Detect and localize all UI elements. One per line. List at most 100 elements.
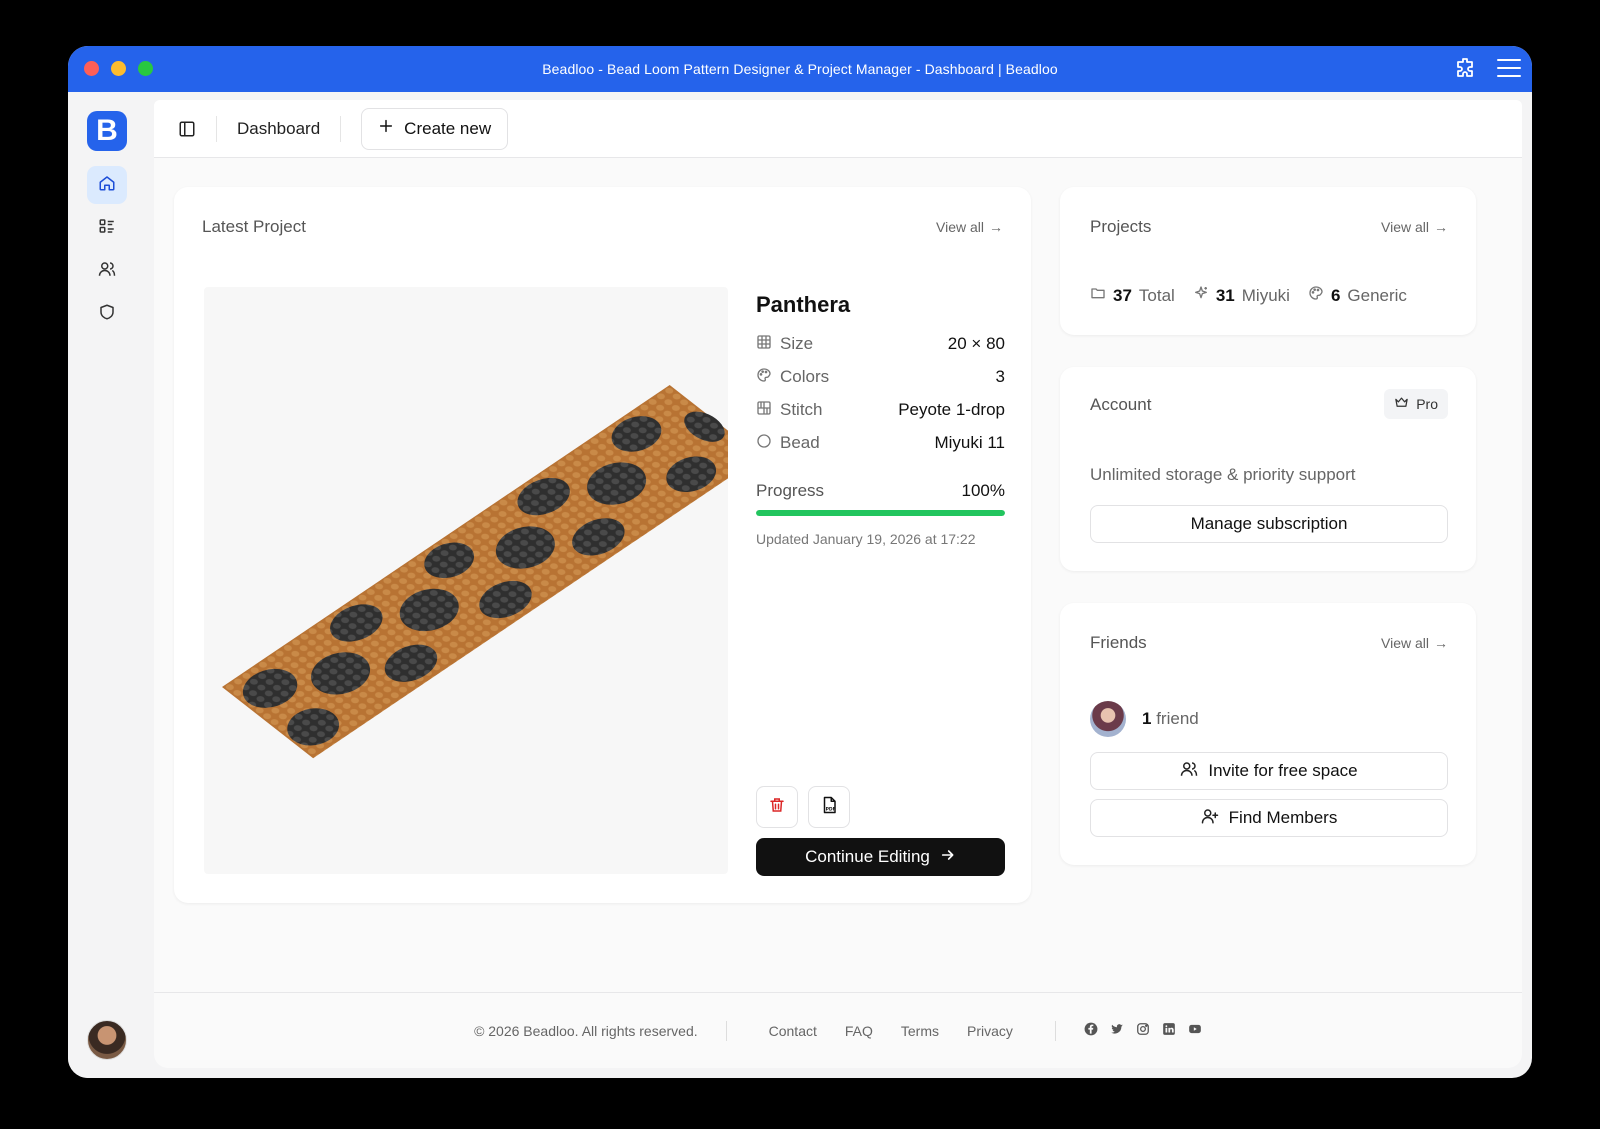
- footer-link-privacy[interactable]: Privacy: [967, 1023, 1013, 1039]
- palette-icon: [756, 367, 772, 388]
- extension-icon[interactable]: [1454, 56, 1478, 85]
- spec-value: 3: [995, 367, 1005, 386]
- user-plus-icon: [1201, 807, 1219, 830]
- spec-label: Size: [780, 334, 814, 353]
- friend-avatar[interactable]: [1090, 701, 1126, 737]
- main-content: Dashboard Create new Latest Project View…: [154, 100, 1522, 1068]
- footer-link-faq[interactable]: FAQ: [845, 1023, 873, 1039]
- palette-icon: [1308, 285, 1324, 306]
- stitch-grid-icon: [756, 400, 772, 421]
- top-bar: Dashboard Create new: [154, 100, 1522, 158]
- invite-button[interactable]: Invite for free space: [1090, 752, 1448, 790]
- create-new-label: Create new: [404, 118, 492, 138]
- trash-icon: [768, 796, 786, 819]
- svg-text:PDF: PDF: [826, 806, 836, 812]
- spec-label: Colors: [780, 367, 830, 386]
- spec-value: Peyote 1-drop: [898, 400, 1005, 419]
- maximize-window-button[interactable]: [138, 61, 153, 76]
- create-new-button[interactable]: Create new: [361, 107, 509, 150]
- copyright: © 2026 Beadloo. All rights reserved.: [474, 1022, 698, 1039]
- stat-label: Generic: [1347, 285, 1407, 305]
- friends-title: Friends: [1090, 633, 1147, 652]
- arrow-right-icon: →: [1434, 219, 1448, 235]
- latest-project-card: Latest Project View all → Panthera Size …: [174, 187, 1031, 903]
- progress-bar: [756, 510, 1005, 516]
- stat-number: 37: [1113, 285, 1132, 305]
- spec-row-colors: Colors 3: [756, 365, 1005, 389]
- friends-card: Friends View all → 1 friend Invite for f…: [1060, 603, 1476, 865]
- latest-view-all-link[interactable]: View all →: [936, 219, 1003, 235]
- youtube-icon[interactable]: [1188, 1022, 1202, 1039]
- divider: [216, 115, 217, 142]
- stat-number: 31: [1215, 285, 1235, 305]
- plus-icon: [378, 118, 394, 139]
- footer: © 2026 Beadloo. All rights reserved. Con…: [154, 992, 1522, 1068]
- account-card: Account Pro Unlimited storage & priority…: [1060, 367, 1476, 571]
- find-members-label: Find Members: [1228, 808, 1338, 827]
- view-all-label: View all: [936, 219, 984, 235]
- linkedin-icon[interactable]: [1162, 1022, 1176, 1039]
- find-members-button[interactable]: Find Members: [1090, 799, 1448, 837]
- shield-icon: [98, 303, 116, 326]
- grid-icon: [756, 334, 772, 355]
- progress-value: 100%: [961, 481, 1005, 500]
- app-logo[interactable]: B: [87, 111, 127, 151]
- stat-label: Total: [1138, 285, 1175, 305]
- spec-row-bead: Bead Miyuki 11: [756, 431, 1005, 455]
- folder-icon: [1090, 285, 1106, 306]
- twitter-icon[interactable]: [1110, 1022, 1124, 1039]
- projects-title: Projects: [1090, 217, 1152, 236]
- stat-generic: 6 Generic: [1308, 285, 1407, 306]
- projects-view-all-link[interactable]: View all →: [1381, 219, 1448, 235]
- spec-row-size: Size 20 × 80: [756, 332, 1005, 356]
- breadcrumb[interactable]: Dashboard: [237, 119, 320, 139]
- sparkle-icon: [1193, 285, 1209, 306]
- latest-project-title: Latest Project: [202, 217, 306, 236]
- arrow-right-icon: [940, 847, 956, 868]
- spec-value: 20 × 80: [947, 334, 1005, 353]
- project-stats: 37 Total 31 Miyuki 6 Generic: [1090, 285, 1407, 306]
- users-icon: [1180, 760, 1198, 783]
- home-icon: [98, 174, 116, 197]
- delete-project-button[interactable]: [756, 786, 798, 828]
- close-window-button[interactable]: [84, 61, 99, 76]
- facebook-icon[interactable]: [1084, 1022, 1098, 1039]
- title-bar: Beadloo - Bead Loom Pattern Designer & P…: [68, 46, 1532, 92]
- continue-label: Continue Editing: [805, 847, 930, 866]
- footer-link-contact[interactable]: Contact: [769, 1023, 817, 1039]
- user-avatar[interactable]: [87, 1020, 127, 1060]
- friend-count-number: 1: [1142, 709, 1152, 728]
- progress-bar-fill: [756, 510, 1005, 516]
- progress-label: Progress: [756, 481, 825, 500]
- social-links: [1084, 1022, 1202, 1039]
- circle-icon: [756, 433, 772, 454]
- sidebar-item-home[interactable]: [87, 166, 127, 204]
- stat-label: Miyuki: [1241, 285, 1290, 305]
- manage-subscription-button[interactable]: Manage subscription: [1090, 505, 1448, 543]
- arrow-right-icon: →: [989, 219, 1003, 235]
- minimize-window-button[interactable]: [111, 61, 126, 76]
- continue-editing-button[interactable]: Continue Editing: [756, 838, 1005, 876]
- app-window: Beadloo - Bead Loom Pattern Designer & P…: [68, 46, 1532, 1078]
- plan-label: Pro: [1416, 396, 1438, 412]
- instagram-icon[interactable]: [1136, 1022, 1150, 1039]
- spec-row-stitch: Stitch Peyote 1-drop: [756, 398, 1005, 422]
- spec-label: Stitch: [780, 400, 823, 419]
- window-title: Beadloo - Bead Loom Pattern Designer & P…: [542, 61, 1058, 77]
- footer-link-terms[interactable]: Terms: [901, 1023, 939, 1039]
- sidebar-item-friends[interactable]: [87, 252, 127, 290]
- invite-label: Invite for free space: [1208, 761, 1358, 780]
- sidebar-item-projects[interactable]: [87, 209, 127, 247]
- sidebar-item-security[interactable]: [87, 295, 127, 333]
- export-pdf-button[interactable]: PDF: [808, 786, 850, 828]
- friends-view-all-link[interactable]: View all →: [1381, 635, 1448, 651]
- menu-icon[interactable]: [1496, 56, 1522, 85]
- projects-card: Projects View all → 37 Total 31 Miyuki 6…: [1060, 187, 1476, 335]
- arrow-right-icon: →: [1434, 635, 1448, 651]
- stat-total: 37 Total: [1090, 285, 1175, 306]
- plan-badge: Pro: [1384, 389, 1448, 419]
- pattern-preview-image[interactable]: [204, 287, 728, 874]
- updated-timestamp: Updated January 19, 2026 at 17:22: [756, 531, 976, 547]
- account-title: Account: [1090, 395, 1152, 414]
- sidebar-toggle-icon[interactable]: [176, 118, 198, 140]
